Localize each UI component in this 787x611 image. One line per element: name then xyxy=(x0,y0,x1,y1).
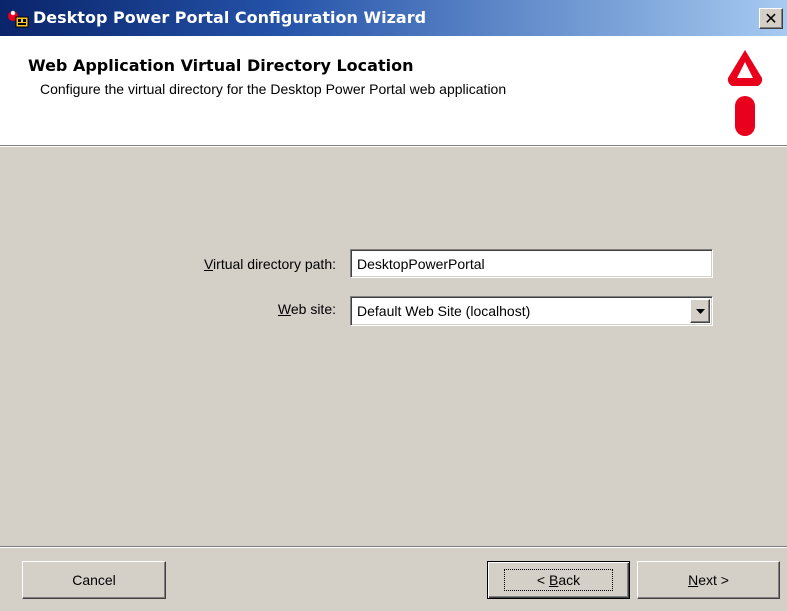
vdir-label-text: irtual directory path: xyxy=(213,256,336,272)
next-button-label: Next > xyxy=(688,572,729,588)
close-icon: ✕ xyxy=(764,8,778,28)
site-label-mnemonic: W xyxy=(277,301,291,317)
web-site-dropdown[interactable]: Default Web Site (localhost) xyxy=(350,296,713,326)
back-rest: ack xyxy=(558,572,581,588)
footer-separator xyxy=(0,546,787,548)
wizard-header: Web Application Virtual Directory Locati… xyxy=(0,36,787,147)
back-prefix: < xyxy=(536,572,549,588)
title-bar: Desktop Power Portal Configuration Wizar… xyxy=(0,0,787,36)
page-subtitle: Configure the virtual directory for the … xyxy=(40,81,507,97)
window-title: Desktop Power Portal Configuration Wizar… xyxy=(33,8,427,27)
app-icon xyxy=(8,10,29,28)
page-title: Web Application Virtual Directory Locati… xyxy=(28,56,414,75)
virtual-directory-input[interactable] xyxy=(350,249,713,278)
vdir-label-mnemonic: V xyxy=(203,256,214,272)
web-site-label: Web site: xyxy=(170,301,336,317)
back-button-label: < Back xyxy=(503,569,614,591)
web-site-selected-value: Default Web Site (localhost) xyxy=(357,303,531,319)
red-exclamation-logo-icon xyxy=(727,50,763,136)
site-label-text: eb site: xyxy=(290,301,336,317)
dropdown-button[interactable] xyxy=(690,299,710,323)
virtual-directory-label: Virtual directory path: xyxy=(170,256,336,272)
back-button[interactable]: < Back xyxy=(487,561,630,599)
cancel-button-label: Cancel xyxy=(72,572,116,588)
next-button[interactable]: Next > xyxy=(637,561,780,599)
cancel-button[interactable]: Cancel xyxy=(22,561,166,599)
next-mnemonic: N xyxy=(688,572,699,588)
next-rest: ext > xyxy=(698,572,729,588)
chevron-down-icon xyxy=(695,308,705,314)
close-button[interactable]: ✕ xyxy=(759,8,783,29)
back-mnemonic: B xyxy=(548,572,559,588)
